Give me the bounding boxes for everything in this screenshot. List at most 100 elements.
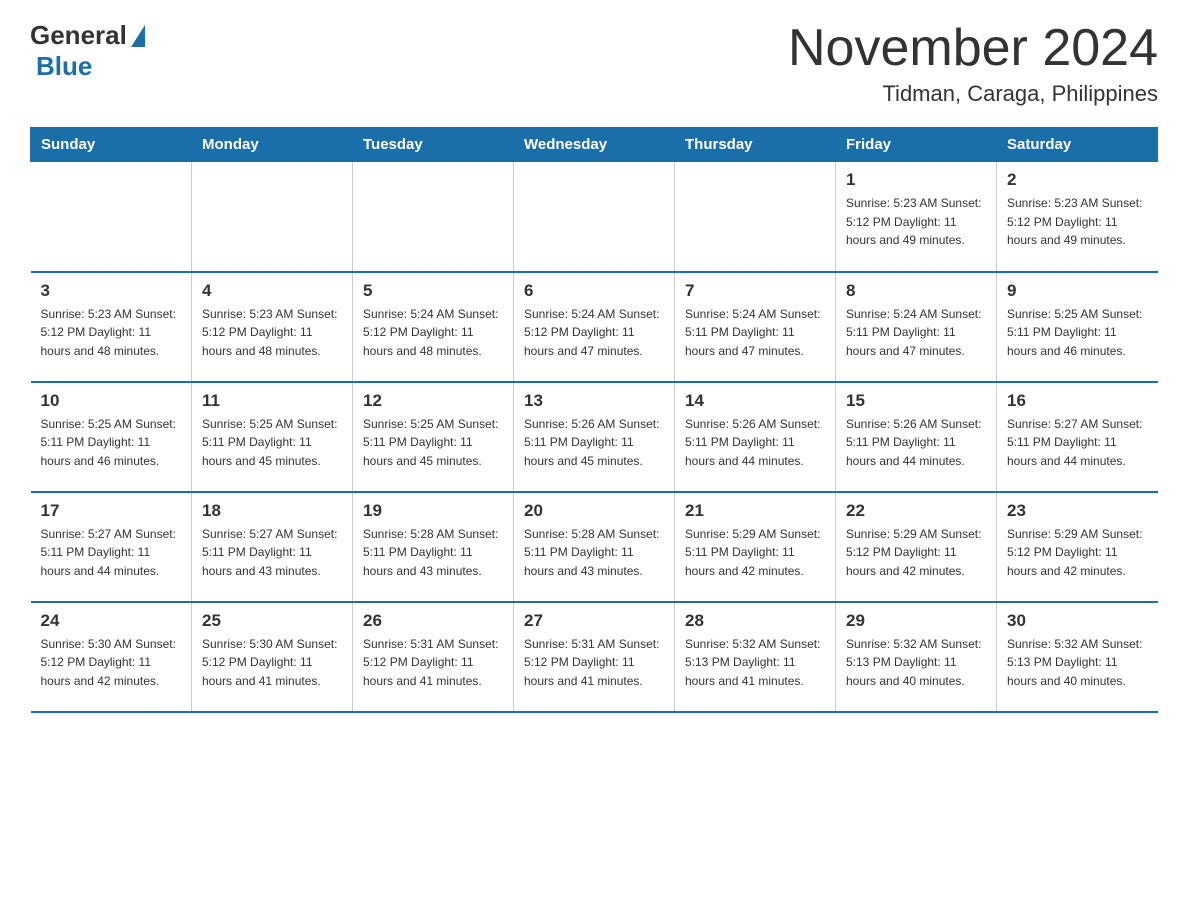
calendar-cell: 9 Sunrise: 5:25 AM Sunset: 5:11 PM Daylig… [997,272,1158,382]
day-number: 24 [41,611,182,631]
day-number: 19 [363,501,503,521]
calendar-cell [31,162,192,272]
day-number: 28 [685,611,825,631]
day-number: 15 [846,391,986,411]
calendar-cell: 30 Sunrise: 5:32 AM Sunset: 5:13 PM Dayli… [997,602,1158,712]
calendar-cell: 16 Sunrise: 5:27 AM Sunset: 5:11 PM Dayli… [997,382,1158,492]
calendar-cell: 26 Sunrise: 5:31 AM Sunset: 5:12 PM Dayli… [353,602,514,712]
day-info: Sunrise: 5:32 AM Sunset: 5:13 PM Dayligh… [685,635,825,691]
logo-general-text: General [30,20,127,51]
calendar-cell: 17Sunrise: 5:27 AM Sunset: 5:11 PM Dayli… [31,492,192,602]
month-title: November 2024 [788,20,1158,77]
day-number: 20 [524,501,664,521]
day-number: 27 [524,611,664,631]
day-number: 25 [202,611,342,631]
day-number: 17 [41,501,182,521]
day-number: 29 [846,611,986,631]
calendar-cell: 24 Sunrise: 5:30 AM Sunset: 5:12 PM Dayli… [31,602,192,712]
calendar-cell: 22 Sunrise: 5:29 AM Sunset: 5:12 PM Dayli… [836,492,997,602]
day-info: Sunrise: 5:24 AM Sunset: 5:12 PM Dayligh… [524,305,664,361]
calendar-cell [192,162,353,272]
day-info: Sunrise: 5:32 AM Sunset: 5:13 PM Dayligh… [846,635,986,691]
day-number: 23 [1007,501,1148,521]
day-info: Sunrise: 5:29 AM Sunset: 5:11 PM Dayligh… [685,525,825,581]
calendar-week-row: 3Sunrise: 5:23 AM Sunset: 5:12 PM Daylig… [31,272,1158,382]
col-header-tuesday: Tuesday [353,128,514,162]
day-info: Sunrise: 5:31 AM Sunset: 5:12 PM Dayligh… [363,635,503,691]
day-info: Sunrise: 5:28 AM Sunset: 5:11 PM Dayligh… [363,525,503,581]
day-number: 30 [1007,611,1148,631]
calendar-cell [514,162,675,272]
col-header-wednesday: Wednesday [514,128,675,162]
day-number: 11 [202,391,342,411]
day-info: Sunrise: 5:29 AM Sunset: 5:12 PM Dayligh… [846,525,986,581]
calendar-cell [353,162,514,272]
calendar-cell: 2 Sunrise: 5:23 AM Sunset: 5:12 PM Daylig… [997,162,1158,272]
calendar-cell: 1Sunrise: 5:23 AM Sunset: 5:12 PM Daylig… [836,162,997,272]
day-number: 2 [1007,170,1148,190]
calendar-cell: 3Sunrise: 5:23 AM Sunset: 5:12 PM Daylig… [31,272,192,382]
day-number: 12 [363,391,503,411]
day-info: Sunrise: 5:23 AM Sunset: 5:12 PM Dayligh… [41,305,182,361]
calendar-cell: 29 Sunrise: 5:32 AM Sunset: 5:13 PM Dayli… [836,602,997,712]
day-number: 9 [1007,281,1148,301]
calendar-cell: 21 Sunrise: 5:29 AM Sunset: 5:11 PM Dayli… [675,492,836,602]
calendar-cell: 15 Sunrise: 5:26 AM Sunset: 5:11 PM Dayli… [836,382,997,492]
calendar-week-row: 17 Sunrise: 5:27 AM Sunset: 5:11 PM Dayli… [31,492,1158,602]
calendar-week-row: 10 Sunrise: 5:25 AM Sunset: 5:11 PM Dayli… [31,382,1158,492]
day-number: 16 [1007,391,1148,411]
day-info: Sunrise: 5:23 AM Sunset: 5:12 PM Dayligh… [1007,194,1148,250]
calendar-cell: 28 Sunrise: 5:32 AM Sunset: 5:13 PM Dayli… [675,602,836,712]
day-number: 22 [846,501,986,521]
calendar-table: SundayMondayTuesdayWednesdayThursdayFrid… [30,127,1158,713]
calendar-cell: 23 Sunrise: 5:29 AM Sunset: 5:12 PM Dayli… [997,492,1158,602]
col-header-saturday: Saturday [997,128,1158,162]
calendar-cell: 14 Sunrise: 5:26 AM Sunset: 5:11 PM Dayli… [675,382,836,492]
day-info: Sunrise: 5:30 AM Sunset: 5:12 PM Dayligh… [41,635,182,691]
day-number: 10 [41,391,182,411]
location-title: Tidman, Caraga, Philippines [788,81,1158,107]
calendar-cell: 18 Sunrise: 5:27 AM Sunset: 5:11 PM Dayli… [192,492,353,602]
logo-blue-text: Blue [36,51,92,82]
calendar-cell: 11 Sunrise: 5:25 AM Sunset: 5:11 PM Dayli… [192,382,353,492]
col-header-monday: Monday [192,128,353,162]
day-number: 5 [363,281,503,301]
calendar-cell: 10 Sunrise: 5:25 AM Sunset: 5:11 PM Dayli… [31,382,192,492]
day-number: 7 [685,281,825,301]
day-info: Sunrise: 5:25 AM Sunset: 5:11 PM Dayligh… [363,415,503,471]
day-number: 18 [202,501,342,521]
day-number: 4 [202,281,342,301]
calendar-cell: 12 Sunrise: 5:25 AM Sunset: 5:11 PM Dayli… [353,382,514,492]
day-number: 26 [363,611,503,631]
col-header-sunday: Sunday [31,128,192,162]
day-info: Sunrise: 5:26 AM Sunset: 5:11 PM Dayligh… [524,415,664,471]
day-number: 13 [524,391,664,411]
calendar-cell: 27 Sunrise: 5:31 AM Sunset: 5:12 PM Dayli… [514,602,675,712]
calendar-cell [675,162,836,272]
calendar-cell: 5 Sunrise: 5:24 AM Sunset: 5:12 PM Daylig… [353,272,514,382]
calendar-cell: 25Sunrise: 5:30 AM Sunset: 5:12 PM Dayli… [192,602,353,712]
day-info: Sunrise: 5:29 AM Sunset: 5:12 PM Dayligh… [1007,525,1148,581]
day-info: Sunrise: 5:26 AM Sunset: 5:11 PM Dayligh… [685,415,825,471]
day-info: Sunrise: 5:25 AM Sunset: 5:11 PM Dayligh… [202,415,342,471]
day-number: 21 [685,501,825,521]
day-info: Sunrise: 5:25 AM Sunset: 5:11 PM Dayligh… [1007,305,1148,361]
calendar-week-row: 1 Sunrise: 5:23 AM Sunset: 5:12 PM Daylig… [31,162,1158,272]
day-info: Sunrise: 5:27 AM Sunset: 5:11 PM Dayligh… [1007,415,1148,471]
day-number: 1 [846,170,986,190]
page-header: General Blue November 2024 Tidman, Carag… [30,20,1158,107]
day-number: 14 [685,391,825,411]
day-info: Sunrise: 5:31 AM Sunset: 5:12 PM Dayligh… [524,635,664,691]
calendar-cell: 20Sunrise: 5:28 AM Sunset: 5:11 PM Dayli… [514,492,675,602]
calendar-week-row: 24 Sunrise: 5:30 AM Sunset: 5:12 PM Dayli… [31,602,1158,712]
day-info: Sunrise: 5:24 AM Sunset: 5:12 PM Dayligh… [363,305,503,361]
day-info: Sunrise: 5:27 AM Sunset: 5:11 PM Dayligh… [202,525,342,581]
calendar-cell: 6 Sunrise: 5:24 AM Sunset: 5:12 PM Daylig… [514,272,675,382]
day-info: Sunrise: 5:24 AM Sunset: 5:11 PM Dayligh… [846,305,986,361]
calendar-cell: 13 Sunrise: 5:26 AM Sunset: 5:11 PM Dayli… [514,382,675,492]
day-info: Sunrise: 5:32 AM Sunset: 5:13 PM Dayligh… [1007,635,1148,691]
day-number: 6 [524,281,664,301]
day-info: Sunrise: 5:25 AM Sunset: 5:11 PM Dayligh… [41,415,182,471]
day-info: Sunrise: 5:24 AM Sunset: 5:11 PM Dayligh… [685,305,825,361]
day-info: Sunrise: 5:26 AM Sunset: 5:11 PM Dayligh… [846,415,986,471]
